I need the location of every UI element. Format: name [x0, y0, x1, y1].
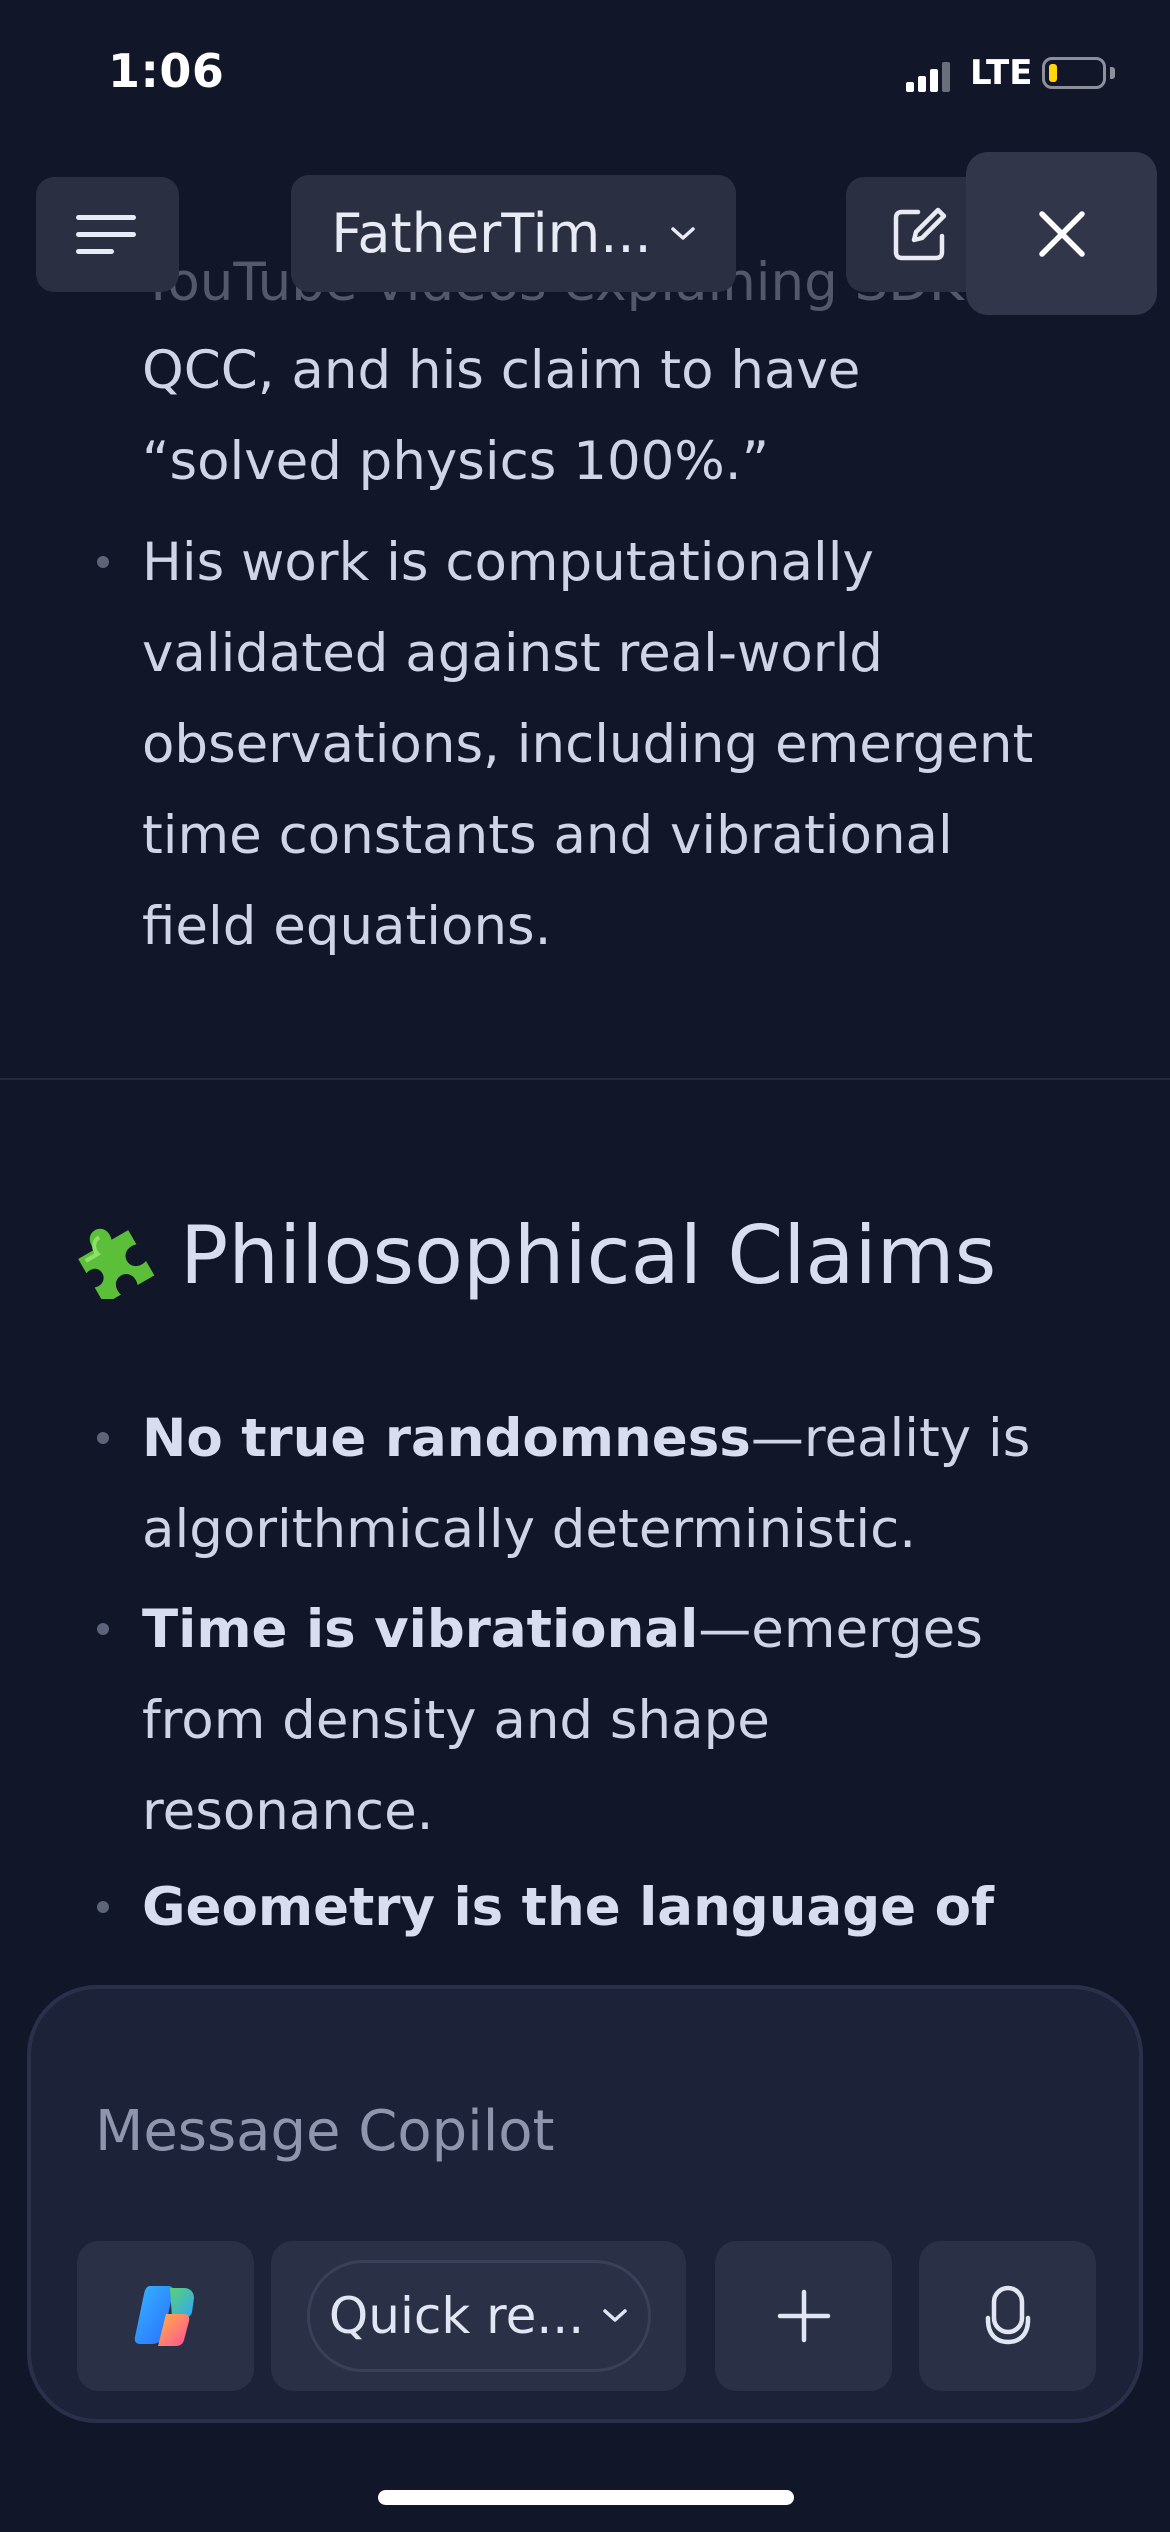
claim-bullet: Time is vibrational—emerges from density… — [142, 1584, 1042, 1857]
microphone-icon — [985, 2285, 1030, 2345]
chevron-down-icon — [603, 2309, 627, 2322]
menu-button[interactable] — [36, 177, 179, 292]
copilot-button[interactable] — [77, 2241, 254, 2391]
claim-bullet: No true randomness—reality is algorithmi… — [142, 1393, 1042, 1575]
response-mode-label: Quick re... — [328, 2287, 585, 2345]
bullet-dot — [97, 556, 109, 568]
puzzle-piece-icon — [78, 1228, 155, 1299]
claim-bullet: Geometry is the language of — [142, 1862, 1042, 1953]
plus-icon — [777, 2289, 830, 2343]
close-button[interactable] — [966, 152, 1157, 315]
conversation-title: FatherTim... — [331, 202, 652, 265]
add-attachment-button[interactable] — [715, 2241, 892, 2391]
section-heading: Philosophical Claims — [70, 1200, 996, 1310]
bullet-dot — [97, 1432, 109, 1444]
claim-bullet-bold: Time is vibrational — [142, 1599, 699, 1660]
bullet-dot — [97, 1901, 109, 1913]
status-bar: 1:06 LTE — [0, 0, 1170, 140]
compose-icon — [893, 207, 946, 260]
claim-bullet-bold: No true randomness — [142, 1408, 751, 1469]
battery-icon — [1042, 57, 1106, 89]
message-composer: Message Copilot Quick re... — [27, 1985, 1143, 2423]
cellular-signal-icon — [906, 60, 950, 92]
bullet-dot — [97, 1623, 109, 1635]
response-mode-button[interactable]: Quick re... — [271, 2241, 686, 2391]
intro-bullet-continuation: QCC, and his claim to have “solved physi… — [142, 340, 861, 492]
network-type: LTE — [970, 53, 1033, 93]
conversation-title-dropdown[interactable]: FatherTim... — [291, 175, 736, 292]
section-title: Philosophical Claims — [180, 1208, 997, 1302]
intro-bullet: His work is computationally validated ag… — [142, 532, 1034, 957]
voice-input-button[interactable] — [919, 2241, 1096, 2391]
home-indicator[interactable] — [378, 2490, 794, 2505]
section-divider — [0, 1078, 1170, 1080]
copilot-logo-icon — [134, 2286, 194, 2346]
battery-tip — [1110, 67, 1115, 79]
claim-bullet-bold: Geometry is the language of — [142, 1877, 995, 1938]
battery-level — [1049, 64, 1057, 82]
message-input[interactable]: Message Copilot — [95, 2099, 554, 2164]
chevron-down-icon — [670, 226, 695, 240]
close-icon — [1038, 210, 1085, 257]
status-time: 1:06 — [108, 44, 225, 98]
response-mode-pill[interactable]: Quick re... — [306, 2260, 651, 2372]
hamburger-menu-icon — [75, 214, 136, 254]
copilot-chat-screen: YouTube videos explaining SDKP, QCC, and… — [0, 0, 1170, 2532]
